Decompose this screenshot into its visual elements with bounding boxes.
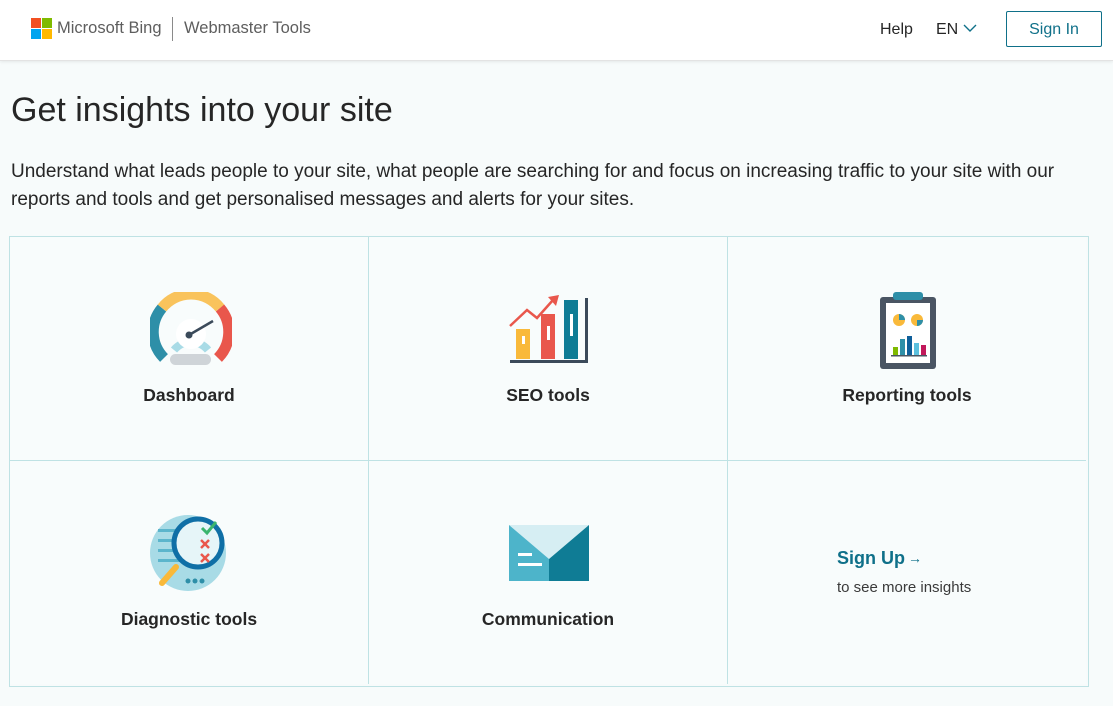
tile-communication[interactable]: Communication: [369, 461, 728, 684]
tile-dashboard[interactable]: Dashboard: [10, 237, 369, 461]
chevron-down-icon[interactable]: [963, 23, 977, 33]
tile-sign-up: Sign Up → to see more insights: [728, 461, 1086, 684]
tile-label-seo-tools: SEO tools: [506, 385, 590, 405]
top-navigation-bar: Microsoft Bing Webmaster Tools Help EN S…: [0, 0, 1113, 61]
brand-name[interactable]: Microsoft Bing: [57, 19, 162, 38]
magnifier-checklist-icon: [150, 515, 226, 591]
arrow-right-icon[interactable]: →: [908, 550, 922, 566]
page-description: Understand what leads people to your sit…: [11, 161, 1055, 210]
sign-up-subtext: to see more insights: [837, 579, 972, 596]
sign-up-link[interactable]: Sign Up: [837, 548, 905, 569]
help-link[interactable]: Help: [880, 21, 913, 39]
envelope-icon: [509, 525, 589, 581]
clipboard-report-icon: [880, 292, 936, 369]
tile-label-communication: Communication: [481, 609, 615, 629]
speedometer-icon: [150, 292, 232, 365]
language-selector[interactable]: EN: [936, 21, 958, 39]
tile-label-dashboard: Dashboard: [143, 385, 235, 405]
tile-diagnostic-tools[interactable]: Diagnostic tools: [10, 461, 369, 684]
tile-label-reporting-tools: Reporting tools: [842, 385, 972, 405]
tile-label-diagnostic-tools: Diagnostic tools: [120, 609, 258, 629]
product-name[interactable]: Webmaster Tools: [184, 19, 311, 38]
page-title: Get insights into your site: [11, 91, 393, 129]
header-divider: [172, 17, 173, 41]
tile-seo-tools[interactable]: SEO tools: [369, 237, 728, 461]
tile-reporting-tools[interactable]: Reporting tools: [728, 237, 1086, 461]
bar-chart-trend-icon: [509, 295, 588, 363]
microsoft-logo-icon[interactable]: [31, 18, 52, 39]
sign-in-button[interactable]: Sign In: [1006, 11, 1102, 47]
tools-grid: Dashboard SEO tools Reporting tools Diag…: [9, 236, 1089, 687]
